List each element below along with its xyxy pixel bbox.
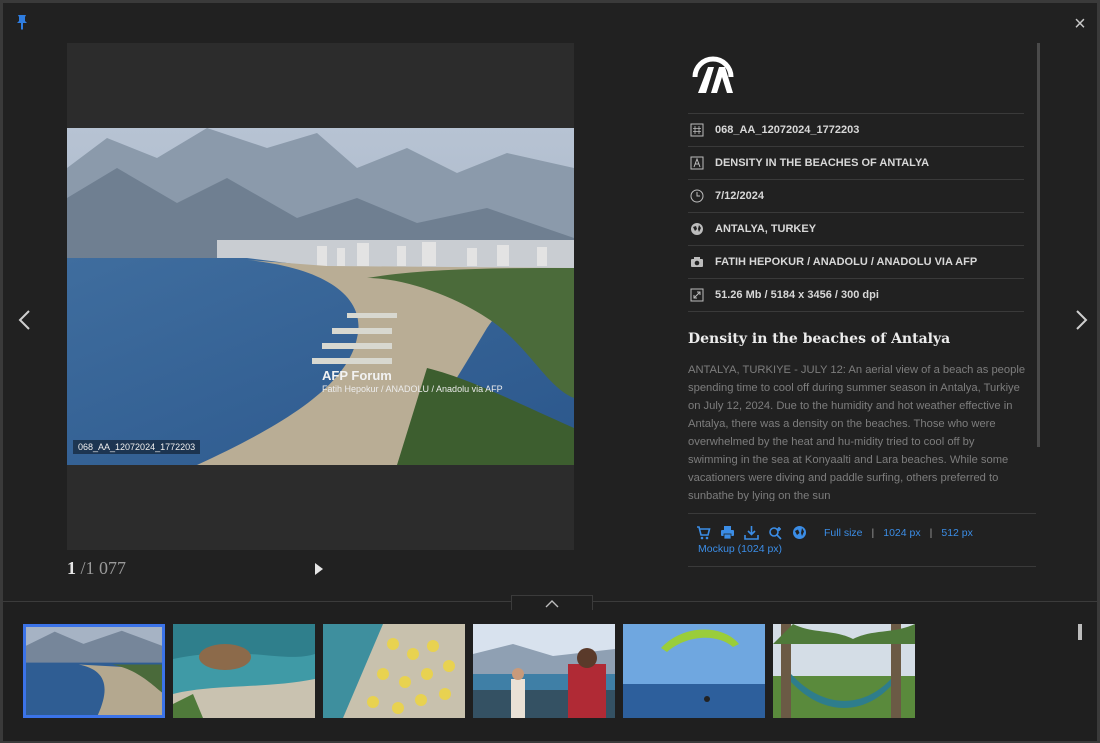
download-icon[interactable] (744, 525, 759, 540)
watermark: AFP Forum Fatih Hepokur / ANADOLU / Anad… (322, 368, 503, 394)
size-separator: | (929, 527, 933, 539)
resize-icon (690, 288, 704, 302)
close-icon[interactable]: × (1071, 14, 1089, 34)
full-size-link[interactable]: Full size (824, 527, 863, 539)
meta-credit-text: FATIH HEPOKUR / ANADOLU / ANADOLU VIA AF… (715, 256, 978, 268)
meta-row-date: 7/12/2024 (688, 180, 1024, 213)
download-actions: Full size | 1024 px | 512 px Mockup (1024 px… (688, 513, 1036, 567)
chevron-up-icon (545, 600, 559, 608)
counter-total: /1 077 (80, 558, 127, 578)
metadata-list: 068_AA_12072024_1772203 DENSITY IN THE B… (688, 113, 1024, 312)
zoom-in-icon[interactable] (768, 525, 783, 540)
image-stage: AFP Forum Fatih Hepokur / ANADOLU / Anad… (67, 43, 574, 550)
meta-row-id: 068_AA_12072024_1772203 (688, 114, 1024, 147)
beach-photo (67, 128, 574, 465)
meta-filesize-text: 51.26 Mb / 5184 x 3456 / 300 dpi (715, 289, 879, 301)
thumb-paraglider (623, 624, 765, 718)
thumb-umbrellas (323, 624, 465, 718)
cart-icon[interactable] (696, 525, 711, 540)
thumbnail-item[interactable] (623, 624, 765, 718)
thumb-hammock (773, 624, 915, 718)
thumb-tourists (473, 624, 615, 718)
thumbnail-strip (3, 595, 1097, 741)
thumb-rock-sea (173, 624, 315, 718)
globe-icon (691, 223, 703, 235)
thumbnail-item[interactable] (473, 624, 615, 718)
chevron-right-icon[interactable] (1073, 305, 1091, 335)
meta-row-location: ANTALYA, TURKEY (688, 213, 1024, 246)
meta-date-text: 7/12/2024 (715, 190, 764, 202)
size-1024-link[interactable]: 1024 px (883, 527, 920, 539)
info-scrollbar[interactable] (1037, 43, 1040, 447)
main-photo[interactable]: AFP Forum Fatih Hepokur / ANADOLU / Anad… (67, 128, 574, 465)
image-counter: 1 /1 077 (67, 558, 126, 579)
clock-icon (690, 189, 704, 203)
description-body: ANTALYA, TURKIYE - JULY 12: An aerial vi… (688, 364, 1026, 501)
meta-row-credit: FATIH HEPOKUR / ANADOLU / ANADOLU VIA AF… (688, 246, 1024, 279)
meta-row-title: DENSITY IN THE BEACHES OF ANTALYA (688, 147, 1024, 180)
thumb-beach-aerial (26, 627, 162, 715)
mockup-link[interactable]: Mockup (1024 px) (698, 543, 782, 555)
counter-current: 1 (67, 558, 76, 578)
meta-row-filesize: 51.26 Mb / 5184 x 3456 / 300 dpi (688, 279, 1024, 312)
photo-id-label: 068_AA_12072024_1772203 (73, 440, 201, 454)
camera-icon (691, 257, 703, 267)
description-title: Density in the beaches of Antalya (688, 331, 951, 347)
globe-share-icon[interactable] (792, 525, 807, 540)
print-icon[interactable] (720, 525, 735, 540)
thumbnail-item[interactable] (323, 624, 465, 718)
size-separator: | (871, 527, 875, 539)
strip-scrollbar[interactable] (1078, 624, 1082, 640)
size-512-link[interactable]: 512 px (941, 527, 973, 539)
hash-icon (690, 123, 704, 137)
meta-title-text: DENSITY IN THE BEACHES OF ANTALYA (715, 157, 930, 169)
watermark-credit: Fatih Hepokur / ANADOLU / Anadolu via AF… (322, 384, 503, 394)
play-icon[interactable] (314, 562, 324, 576)
image-viewer: × AFP Forum Fatih Hepokur / ANADOLU / An… (3, 3, 1097, 741)
thumbnail-item[interactable] (773, 624, 915, 718)
thumbnail-item[interactable] (173, 624, 315, 718)
agency-logo (692, 56, 734, 93)
pin-icon[interactable] (15, 14, 29, 30)
meta-id-text: 068_AA_12072024_1772203 (715, 124, 860, 136)
thumbnail-item[interactable] (23, 624, 165, 718)
size-links: Full size | 1024 px | 512 px (824, 527, 973, 539)
title-icon (690, 156, 704, 170)
collapse-strip-button[interactable] (511, 595, 593, 610)
meta-location-text: ANTALYA, TURKEY (715, 223, 817, 235)
chevron-left-icon[interactable] (15, 305, 33, 335)
watermark-title: AFP Forum (322, 368, 392, 383)
